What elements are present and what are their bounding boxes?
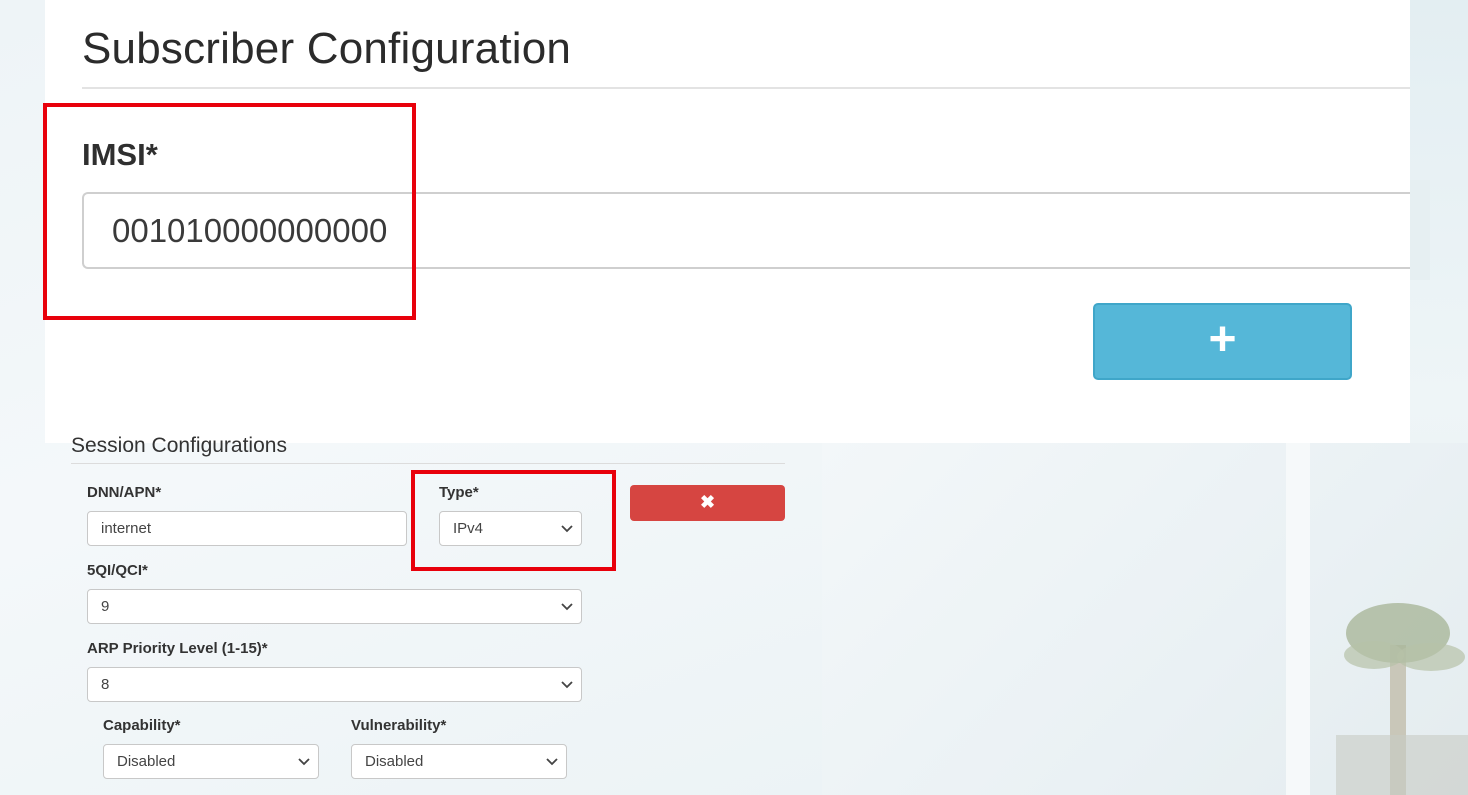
chevron-down-icon (298, 758, 310, 766)
page-title: Subscriber Configuration (82, 24, 572, 73)
imsi-label: IMSI* (82, 137, 158, 172)
qci-select[interactable]: 9 (87, 589, 582, 624)
vulnerability-select[interactable]: Disabled (351, 744, 567, 779)
type-selected-value: IPv4 (453, 520, 484, 537)
remove-session-button[interactable]: ✖ (630, 485, 785, 521)
add-session-button[interactable]: + (1093, 303, 1352, 380)
arp-label: ARP Priority Level (1-15)* (87, 640, 268, 657)
type-select[interactable]: IPv4 (439, 511, 582, 546)
chevron-down-icon (561, 603, 573, 611)
palm-tree-decoration (1336, 603, 1468, 795)
type-label: Type* (439, 484, 479, 501)
imsi-input[interactable] (82, 192, 1422, 269)
vulnerability-selected-value: Disabled (365, 753, 424, 770)
arp-select[interactable]: 8 (87, 667, 582, 702)
qci-label: 5QI/QCI* (87, 562, 148, 579)
arp-selected-value: 8 (101, 676, 110, 693)
session-configurations-heading: Session Configurations (71, 434, 287, 457)
title-divider (82, 87, 1410, 89)
background-clip (1410, 180, 1430, 280)
capability-label: Capability* (103, 717, 181, 734)
chevron-down-icon (561, 525, 573, 533)
capability-select[interactable]: Disabled (103, 744, 319, 779)
dnn-label: DNN/APN* (87, 484, 162, 501)
qci-selected-value: 9 (101, 598, 110, 615)
dnn-input[interactable]: internet (87, 511, 407, 546)
background-stripe (1286, 443, 1310, 795)
plus-icon: + (1208, 313, 1237, 366)
chevron-down-icon (546, 758, 558, 766)
session-divider (71, 463, 785, 464)
capability-selected-value: Disabled (117, 753, 176, 770)
chevron-down-icon (561, 681, 573, 689)
vulnerability-label: Vulnerability* (351, 717, 447, 734)
close-icon: ✖ (699, 492, 716, 512)
